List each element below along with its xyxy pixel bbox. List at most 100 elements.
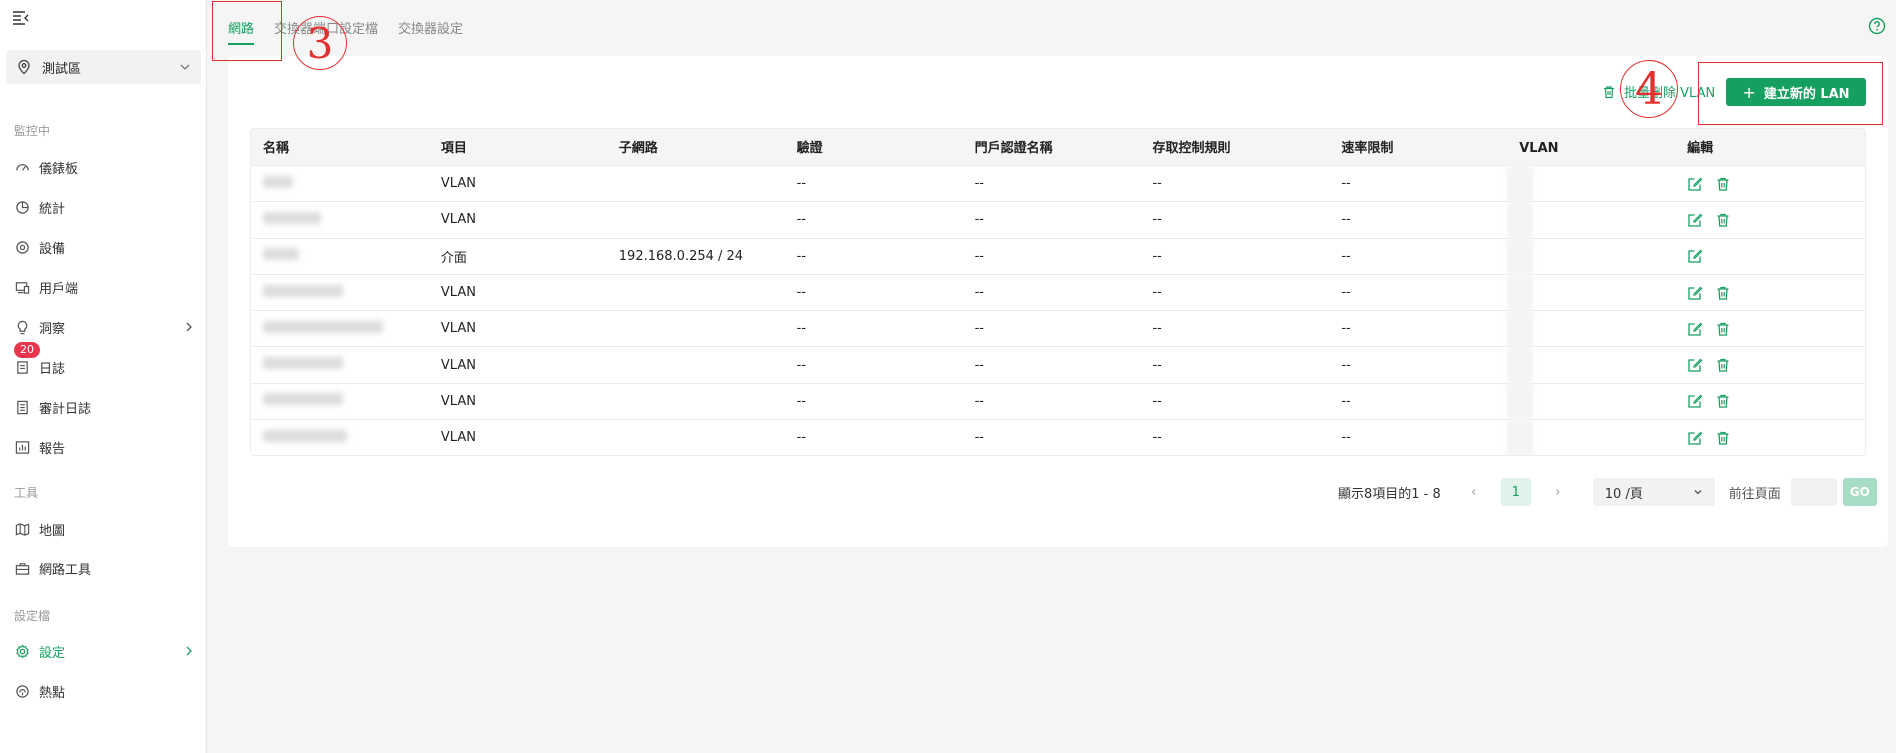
cell-auth: -- [796,176,807,192]
sidebar-item-hotspot[interactable]: 熱點 [0,676,206,706]
cell-type: VLAN [440,212,476,228]
tab-switch-settings[interactable]: 交換器設定 [398,18,463,45]
tab-switch-port-profile[interactable]: 交換器端口設定檔 [274,18,378,45]
cell-edit [1675,321,1865,337]
edit-icon[interactable] [1687,212,1703,228]
device-icon [14,239,30,255]
redacted-vlan [1507,201,1534,238]
trash-icon[interactable] [1715,212,1731,228]
cell-type: VLAN [440,357,476,373]
trash-icon[interactable] [1715,176,1731,192]
edit-icon[interactable] [1687,393,1703,409]
site-selector[interactable]: 測試區 [6,50,201,84]
create-lan-button[interactable]: + 建立新的 LAN [1726,78,1866,106]
sidebar-item-logs[interactable]: 20 日誌 [0,342,206,382]
cell-acl: -- [1152,285,1162,301]
cell-vlan [1507,238,1675,275]
batch-delete-label: 批量刪除 VLAN [1624,86,1716,101]
cell-auth: -- [796,430,807,446]
cell-portal: -- [974,248,984,264]
cell-acl: -- [1152,176,1162,192]
report-icon [14,439,30,455]
location-pin-icon [18,59,30,75]
redacted-name [263,357,343,370]
sidebar-item-devices[interactable]: 設備 [0,232,206,262]
column-header[interactable]: 驗證 [785,137,963,156]
cell-subnet: 192.168.0.254 / 24 [618,248,744,264]
sidebar-item-stats[interactable]: 統計 [0,192,206,222]
sidebar-item-dashboard[interactable]: 儀錶板 [0,152,206,182]
section-tools: 工具 [14,486,39,500]
cell-portal: -- [974,430,984,446]
table-row: VLAN -- -- -- -- [251,165,1865,202]
cell-rate-limit: -- [1341,176,1351,192]
pagination: 顯示8項目的1 - 8 ‹ 1 › 10 /頁 前往頁面 GO [1338,478,1877,506]
prev-page-icon[interactable]: ‹ [1465,483,1483,501]
goto-page-input[interactable] [1790,478,1837,506]
trash-icon[interactable] [1715,285,1731,301]
column-header[interactable]: 門戶認證名稱 [963,137,1141,156]
cell-vlan [1507,165,1675,202]
page-size-select[interactable]: 10 /頁 [1592,478,1715,506]
sidebar-item-label: 報告 [39,441,66,457]
site-name: 測試區 [42,61,82,77]
cell-name [251,175,429,192]
redacted-name [263,393,343,406]
sidebar-item-map[interactable]: 地圖 [0,514,206,544]
cell-auth: -- [796,212,807,228]
sidebar-item-audit[interactable]: 審計日誌 [0,392,206,422]
column-header[interactable]: 存取控制規則 [1140,137,1329,156]
sidebar-item-reports[interactable]: 報告 [0,432,206,462]
column-header[interactable]: 項目 [429,137,607,156]
pie-chart-icon [14,199,30,215]
column-header[interactable]: 編輯 [1675,137,1865,156]
section-monitoring: 監控中 [14,124,51,138]
column-header[interactable]: 子網路 [607,137,785,156]
trash-icon[interactable] [1715,321,1731,337]
cell-portal: -- [974,285,984,301]
page-number-button[interactable]: 1 [1500,478,1531,506]
edit-icon[interactable] [1687,285,1703,301]
tab-network[interactable]: 網路 [228,18,255,45]
pagination-info: 顯示8項目的1 - 8 [1338,486,1441,502]
sidebar-item-label: 網路工具 [39,562,92,578]
redacted-vlan [1507,238,1534,275]
sidebar-item-nettools[interactable]: 網路工具 [0,553,206,583]
table-row: VLAN -- -- -- -- [251,273,1865,311]
cell-vlan [1507,201,1675,238]
cell-type: VLAN [440,430,476,446]
go-button[interactable]: GO [1842,478,1877,506]
chevron-down-icon [180,64,190,70]
top-tabs: 網路 交換器端口設定檔 交換器設定 [228,18,463,45]
cell-acl: -- [1152,212,1162,228]
redacted-vlan [1507,165,1534,202]
redacted-name [263,175,293,188]
column-header[interactable]: VLAN [1507,141,1675,156]
batch-delete-vlan-button[interactable]: 批量刪除 VLAN [1602,82,1715,101]
edit-icon[interactable] [1687,357,1703,373]
trash-icon[interactable] [1715,393,1731,409]
cell-portal: -- [974,212,984,228]
help-icon[interactable] [1868,17,1886,35]
table-row: 介面 192.168.0.254 / 24 -- -- -- -- [251,237,1865,275]
edit-icon[interactable] [1687,430,1703,446]
edit-icon[interactable] [1687,176,1703,192]
column-header[interactable]: 速率限制 [1329,137,1507,156]
trash-icon[interactable] [1715,430,1731,446]
column-header[interactable]: 名稱 [251,137,429,156]
edit-icon[interactable] [1687,248,1703,264]
table-body: VLAN -- -- -- -- VLAN -- -- -- -- 介面 192.168.0.254 … [251,165,1865,456]
collapse-menu-icon[interactable] [12,10,30,26]
sidebar-item-insights[interactable]: 洞察 [0,312,206,342]
cell-vlan [1507,419,1675,456]
sidebar-item-settings[interactable]: 設定 [0,636,206,666]
edit-icon[interactable] [1687,321,1703,337]
next-page-icon[interactable]: › [1549,483,1567,501]
cell-acl: -- [1152,321,1162,337]
cell-name [251,248,429,264]
sidebar-item-clients[interactable]: 用戶端 [0,272,206,302]
trash-icon[interactable] [1715,357,1731,373]
cell-auth: -- [796,357,807,373]
cell-portal: -- [974,357,984,373]
cell-name [251,357,429,373]
